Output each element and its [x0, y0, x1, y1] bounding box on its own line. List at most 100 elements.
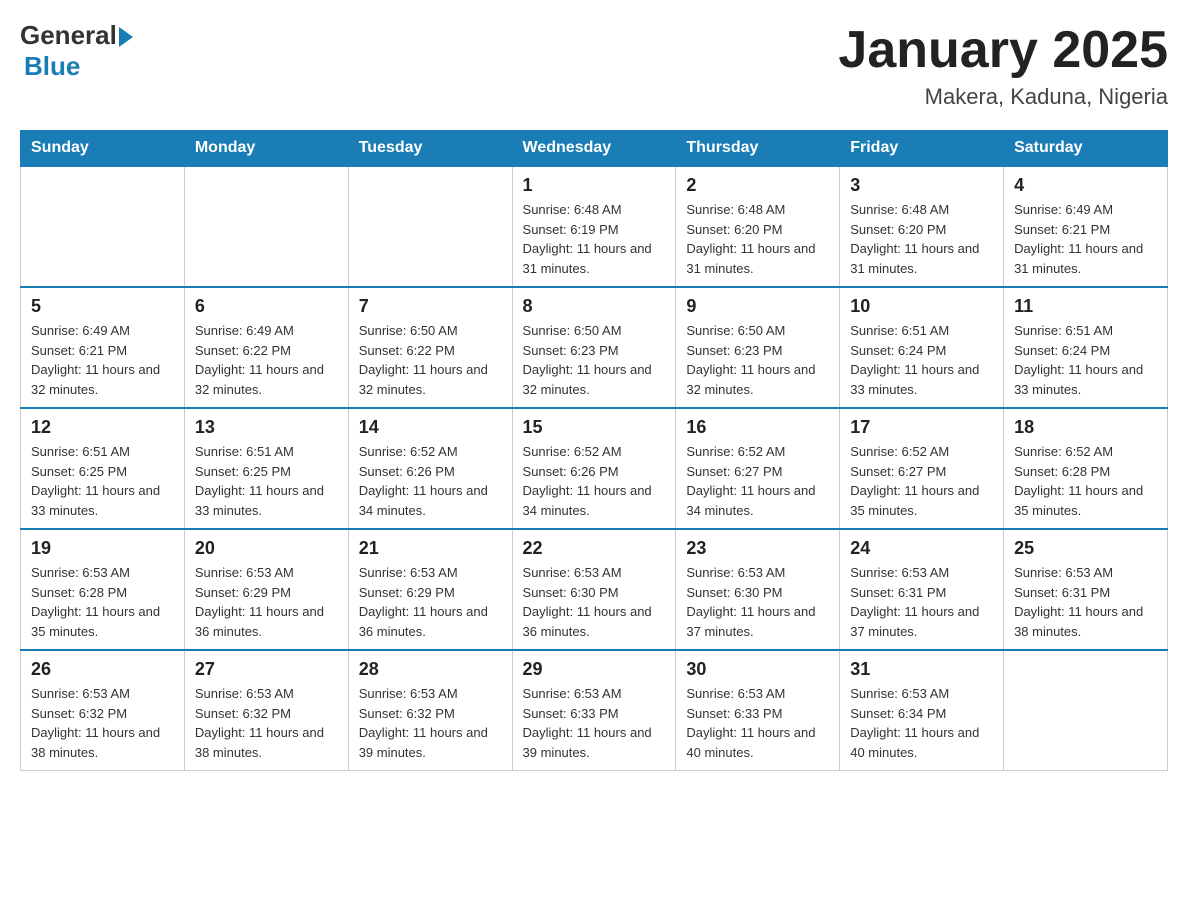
calendar-cell: 24Sunrise: 6:53 AM Sunset: 6:31 PM Dayli…: [840, 529, 1004, 650]
column-header-monday: Monday: [184, 131, 348, 167]
calendar-subtitle: Makera, Kaduna, Nigeria: [838, 84, 1168, 110]
column-header-saturday: Saturday: [1004, 131, 1168, 167]
calendar-cell: 28Sunrise: 6:53 AM Sunset: 6:32 PM Dayli…: [348, 650, 512, 771]
calendar-cell: 27 Sunrise: 6:53 AM Sunset: 6:32 PM Dayli…: [184, 650, 348, 771]
day-number: 26: [31, 659, 174, 680]
day-number: 6: [195, 296, 338, 317]
calendar-week-5: 26 Sunrise: 6:53 AM Sunset: 6:32 PM Dayli…: [21, 650, 1168, 771]
day-number: 14: [359, 417, 502, 438]
column-header-friday: Friday: [840, 131, 1004, 167]
day-info: Sunrise: 6:49 AM Sunset: 6:21 PM Dayligh…: [1014, 200, 1157, 278]
day-number: 22: [523, 538, 666, 559]
calendar-cell: 1 Sunrise: 6:48 AM Sunset: 6:19 PM Daylig…: [512, 166, 676, 287]
column-header-wednesday: Wednesday: [512, 131, 676, 167]
calendar-title: January 2025: [838, 20, 1168, 80]
day-number: 3: [850, 175, 993, 196]
day-info: Sunrise: 6:48 AM Sunset: 6:19 PM Dayligh…: [523, 200, 666, 278]
day-info: Sunrise: 6:53 AM Sunset: 6:29 PM Dayligh…: [359, 563, 502, 641]
day-info: Sunrise: 6:53 AM Sunset: 6:33 PM Dayligh…: [523, 684, 666, 762]
day-number: 12: [31, 417, 174, 438]
calendar-week-2: 5 Sunrise: 6:49 AM Sunset: 6:21 PM Daylig…: [21, 287, 1168, 408]
day-number: 31: [850, 659, 993, 680]
day-number: 1: [523, 175, 666, 196]
calendar-cell: 29Sunrise: 6:53 AM Sunset: 6:33 PM Dayli…: [512, 650, 676, 771]
day-info: Sunrise: 6:53 AM Sunset: 6:29 PM Dayligh…: [195, 563, 338, 641]
calendar-cell: 2 Sunrise: 6:48 AM Sunset: 6:20 PM Daylig…: [676, 166, 840, 287]
day-info: Sunrise: 6:53 AM Sunset: 6:34 PM Dayligh…: [850, 684, 993, 762]
day-info: Sunrise: 6:53 AM Sunset: 6:30 PM Dayligh…: [686, 563, 829, 641]
day-info: Sunrise: 6:53 AM Sunset: 6:33 PM Dayligh…: [686, 684, 829, 762]
day-info: Sunrise: 6:53 AM Sunset: 6:32 PM Dayligh…: [31, 684, 174, 762]
day-info: Sunrise: 6:53 AM Sunset: 6:32 PM Dayligh…: [195, 684, 338, 762]
title-section: January 2025 Makera, Kaduna, Nigeria: [838, 20, 1168, 110]
day-info: Sunrise: 6:53 AM Sunset: 6:30 PM Dayligh…: [523, 563, 666, 641]
calendar-cell: [184, 166, 348, 287]
calendar-cell: 8Sunrise: 6:50 AM Sunset: 6:23 PM Daylig…: [512, 287, 676, 408]
day-info: Sunrise: 6:51 AM Sunset: 6:24 PM Dayligh…: [1014, 321, 1157, 399]
logo-general-text: General: [20, 20, 117, 51]
calendar-cell: 15 Sunrise: 6:52 AM Sunset: 6:26 PM Dayli…: [512, 408, 676, 529]
day-number: 5: [31, 296, 174, 317]
day-number: 30: [686, 659, 829, 680]
day-info: Sunrise: 6:50 AM Sunset: 6:23 PM Dayligh…: [523, 321, 666, 399]
logo-arrow-icon: [119, 27, 133, 47]
day-number: 23: [686, 538, 829, 559]
calendar-cell: [21, 166, 185, 287]
calendar-cell: 12 Sunrise: 6:51 AM Sunset: 6:25 PM Dayli…: [21, 408, 185, 529]
calendar-cell: 5 Sunrise: 6:49 AM Sunset: 6:21 PM Daylig…: [21, 287, 185, 408]
day-number: 15: [523, 417, 666, 438]
day-info: Sunrise: 6:52 AM Sunset: 6:26 PM Dayligh…: [523, 442, 666, 520]
day-number: 18: [1014, 417, 1157, 438]
day-info: Sunrise: 6:52 AM Sunset: 6:27 PM Dayligh…: [686, 442, 829, 520]
column-header-sunday: Sunday: [21, 131, 185, 167]
day-number: 11: [1014, 296, 1157, 317]
day-number: 17: [850, 417, 993, 438]
calendar-cell: 19 Sunrise: 6:53 AM Sunset: 6:28 PM Dayli…: [21, 529, 185, 650]
calendar-cell: 9Sunrise: 6:50 AM Sunset: 6:23 PM Daylig…: [676, 287, 840, 408]
calendar-cell: 20 Sunrise: 6:53 AM Sunset: 6:29 PM Dayli…: [184, 529, 348, 650]
calendar-table: SundayMondayTuesdayWednesdayThursdayFrid…: [20, 130, 1168, 771]
calendar-cell: 13 Sunrise: 6:51 AM Sunset: 6:25 PM Dayli…: [184, 408, 348, 529]
day-info: Sunrise: 6:48 AM Sunset: 6:20 PM Dayligh…: [850, 200, 993, 278]
day-number: 20: [195, 538, 338, 559]
day-number: 25: [1014, 538, 1157, 559]
day-number: 4: [1014, 175, 1157, 196]
day-number: 2: [686, 175, 829, 196]
calendar-cell: 6 Sunrise: 6:49 AM Sunset: 6:22 PM Daylig…: [184, 287, 348, 408]
day-info: Sunrise: 6:49 AM Sunset: 6:21 PM Dayligh…: [31, 321, 174, 399]
calendar-cell: 22 Sunrise: 6:53 AM Sunset: 6:30 PM Dayli…: [512, 529, 676, 650]
calendar-header-row: SundayMondayTuesdayWednesdayThursdayFrid…: [21, 131, 1168, 167]
calendar-cell: 23 Sunrise: 6:53 AM Sunset: 6:30 PM Dayli…: [676, 529, 840, 650]
calendar-cell: 14Sunrise: 6:52 AM Sunset: 6:26 PM Dayli…: [348, 408, 512, 529]
day-info: Sunrise: 6:50 AM Sunset: 6:22 PM Dayligh…: [359, 321, 502, 399]
day-number: 19: [31, 538, 174, 559]
column-header-thursday: Thursday: [676, 131, 840, 167]
calendar-cell: 26 Sunrise: 6:53 AM Sunset: 6:32 PM Dayli…: [21, 650, 185, 771]
day-info: Sunrise: 6:51 AM Sunset: 6:25 PM Dayligh…: [195, 442, 338, 520]
day-info: Sunrise: 6:53 AM Sunset: 6:28 PM Dayligh…: [31, 563, 174, 641]
day-info: Sunrise: 6:50 AM Sunset: 6:23 PM Dayligh…: [686, 321, 829, 399]
calendar-week-3: 12 Sunrise: 6:51 AM Sunset: 6:25 PM Dayli…: [21, 408, 1168, 529]
calendar-cell: [1004, 650, 1168, 771]
calendar-cell: 3 Sunrise: 6:48 AM Sunset: 6:20 PM Daylig…: [840, 166, 1004, 287]
day-number: 21: [359, 538, 502, 559]
logo-blue-text: Blue: [24, 51, 80, 82]
day-info: Sunrise: 6:51 AM Sunset: 6:25 PM Dayligh…: [31, 442, 174, 520]
calendar-cell: 18Sunrise: 6:52 AM Sunset: 6:28 PM Dayli…: [1004, 408, 1168, 529]
day-info: Sunrise: 6:48 AM Sunset: 6:20 PM Dayligh…: [686, 200, 829, 278]
day-number: 10: [850, 296, 993, 317]
day-number: 7: [359, 296, 502, 317]
calendar-cell: 11 Sunrise: 6:51 AM Sunset: 6:24 PM Dayli…: [1004, 287, 1168, 408]
calendar-week-4: 19 Sunrise: 6:53 AM Sunset: 6:28 PM Dayli…: [21, 529, 1168, 650]
day-info: Sunrise: 6:53 AM Sunset: 6:31 PM Dayligh…: [850, 563, 993, 641]
day-number: 27: [195, 659, 338, 680]
day-number: 13: [195, 417, 338, 438]
calendar-week-1: 1 Sunrise: 6:48 AM Sunset: 6:19 PM Daylig…: [21, 166, 1168, 287]
day-info: Sunrise: 6:49 AM Sunset: 6:22 PM Dayligh…: [195, 321, 338, 399]
column-header-tuesday: Tuesday: [348, 131, 512, 167]
day-number: 16: [686, 417, 829, 438]
logo: General Blue: [20, 20, 133, 82]
calendar-cell: 10Sunrise: 6:51 AM Sunset: 6:24 PM Dayli…: [840, 287, 1004, 408]
calendar-cell: 7 Sunrise: 6:50 AM Sunset: 6:22 PM Daylig…: [348, 287, 512, 408]
day-info: Sunrise: 6:53 AM Sunset: 6:31 PM Dayligh…: [1014, 563, 1157, 641]
